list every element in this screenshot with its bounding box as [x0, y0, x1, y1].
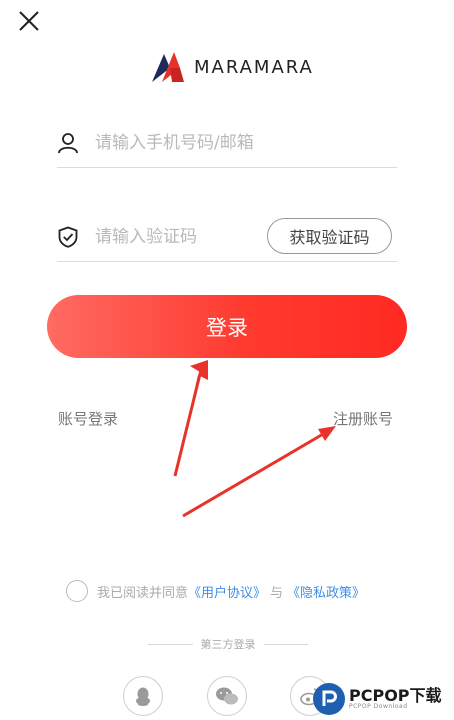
register-link[interactable]: 注册账号	[333, 408, 393, 429]
wechat-login-button[interactable]	[207, 676, 247, 716]
wechat-icon	[216, 687, 238, 705]
get-code-button[interactable]: 获取验证码	[267, 218, 392, 254]
close-icon	[19, 11, 39, 31]
pcpop-logo-icon	[313, 683, 345, 715]
agreement-row: 我已阅读并同意 《用户协议》 与 《隐私政策》	[66, 580, 365, 602]
brand-logo: MARAMARA	[150, 50, 314, 84]
annotation-arrows	[173, 360, 336, 518]
arrow-to-register	[182, 426, 336, 518]
privacy-policy-link[interactable]: 《隐私政策》	[287, 582, 365, 601]
verification-field: 获取验证码	[57, 212, 397, 262]
verification-input[interactable]	[95, 226, 295, 247]
shield-icon	[58, 226, 78, 248]
watermark-main: PCPOP下载	[349, 686, 442, 705]
qq-icon	[136, 687, 150, 706]
user-agreement-link[interactable]: 《用户协议》	[188, 582, 266, 601]
agreement-and: 与	[270, 585, 284, 601]
login-button[interactable]: 登录	[47, 295, 407, 358]
user-icon	[58, 132, 78, 153]
agree-checkbox[interactable]	[66, 580, 88, 602]
qq-login-button[interactable]	[123, 676, 163, 716]
agreement-prefix: 我已阅读并同意	[97, 585, 189, 601]
third-party-divider: 第三方登录	[148, 636, 308, 652]
close-button[interactable]	[14, 6, 44, 36]
arrow-to-login	[173, 360, 208, 477]
phone-input[interactable]	[95, 132, 295, 153]
pcpop-watermark: PCPOP下载 PCPOP Download	[313, 681, 453, 717]
maramara-logo-icon	[152, 52, 184, 82]
divider-line	[263, 643, 308, 645]
phone-field	[57, 118, 397, 168]
brand-name: MARAMARA	[194, 56, 314, 78]
account-login-link[interactable]: 账号登录	[58, 408, 118, 429]
divider-line	[148, 643, 193, 645]
third-party-title: 第三方登录	[200, 638, 256, 651]
